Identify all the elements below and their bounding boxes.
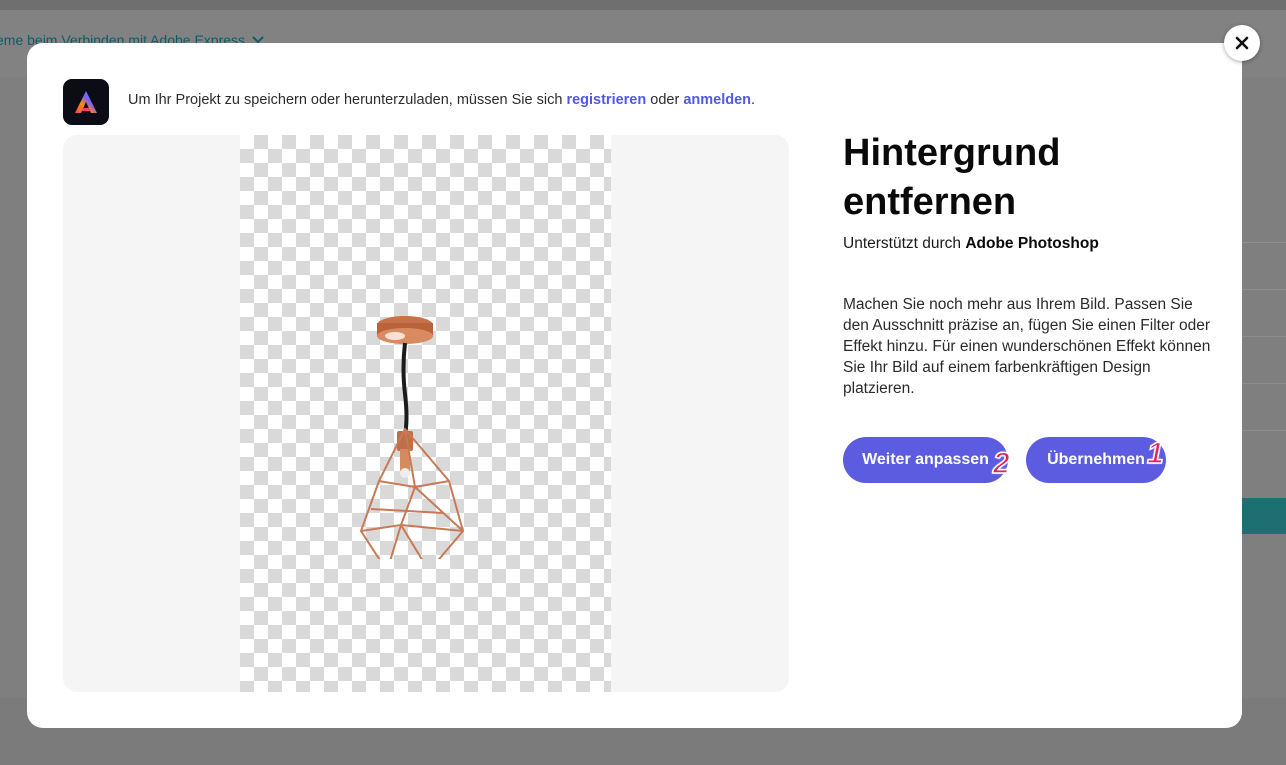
image-preview xyxy=(63,135,789,692)
step-badge-2: 2 xyxy=(992,446,1010,481)
login-link[interactable]: anmelden xyxy=(683,92,751,108)
dialog-title: Hintergrund entfernen xyxy=(843,132,1061,223)
adobe-express-logo-icon xyxy=(63,79,109,125)
background-list-row xyxy=(1242,289,1286,336)
notice-prefix: Um Ihr Projekt zu speichern oder herunte… xyxy=(128,92,567,108)
background-list xyxy=(1242,242,1286,477)
register-link[interactable]: registrieren xyxy=(566,92,646,108)
save-notice: Um Ihr Projekt zu speichern oder herunte… xyxy=(128,92,755,108)
background-list-row xyxy=(1242,336,1286,383)
background-list-row xyxy=(1242,430,1286,477)
step-badge-1: 1 xyxy=(1146,436,1164,471)
close-icon xyxy=(1235,36,1249,50)
background-list-row xyxy=(1242,383,1286,430)
powered-brand: Adobe Photoshop xyxy=(965,235,1099,252)
close-button[interactable] xyxy=(1224,25,1260,61)
background-top-bar xyxy=(0,0,1286,10)
powered-by: Unterstützt durch Adobe Photoshop xyxy=(843,235,1099,253)
background-list-row xyxy=(1242,242,1286,289)
notice-suffix: . xyxy=(751,92,756,108)
apply-button[interactable]: Übernehmen xyxy=(1026,437,1166,483)
notice-middle: oder xyxy=(646,92,684,108)
background-teal-button xyxy=(1242,498,1286,534)
remove-background-dialog: Um Ihr Projekt zu speichern oder herunte… xyxy=(27,43,1242,728)
continue-editing-button[interactable]: Weiter anpassen xyxy=(843,437,1008,483)
powered-prefix: Unterstützt durch xyxy=(843,235,966,252)
dialog-description: Machen Sie noch mehr aus Ihrem Bild. Pas… xyxy=(843,296,1211,397)
pendant-lamp-image xyxy=(359,316,465,559)
